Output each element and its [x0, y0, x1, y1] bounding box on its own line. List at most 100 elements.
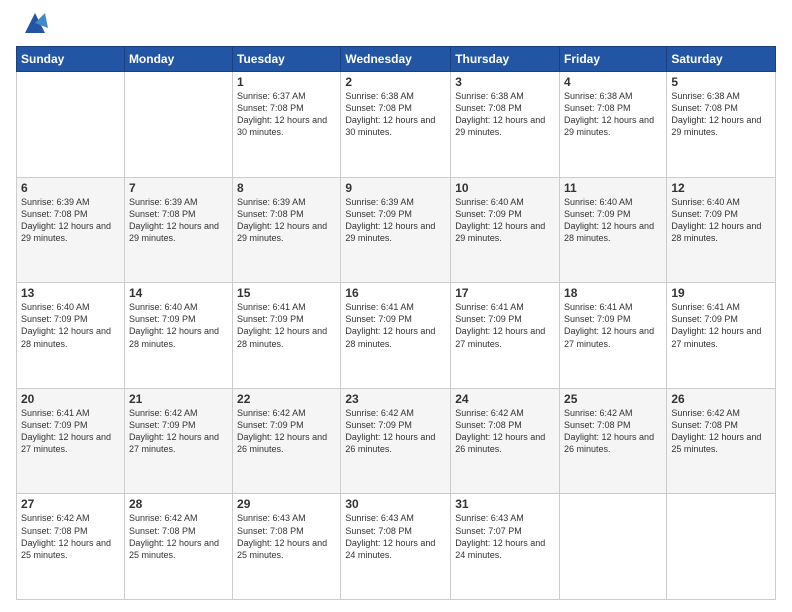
calendar-cell: 4Sunrise: 6:38 AM Sunset: 7:08 PM Daylig…	[560, 72, 667, 178]
calendar-cell: 20Sunrise: 6:41 AM Sunset: 7:09 PM Dayli…	[17, 388, 125, 494]
day-info: Sunrise: 6:38 AM Sunset: 7:08 PM Dayligh…	[564, 90, 662, 139]
logo-icon	[20, 8, 50, 38]
day-info: Sunrise: 6:40 AM Sunset: 7:09 PM Dayligh…	[21, 301, 120, 350]
calendar-cell: 31Sunrise: 6:43 AM Sunset: 7:07 PM Dayli…	[451, 494, 560, 600]
day-number: 11	[564, 181, 662, 195]
calendar-cell: 21Sunrise: 6:42 AM Sunset: 7:09 PM Dayli…	[124, 388, 232, 494]
day-info: Sunrise: 6:40 AM Sunset: 7:09 PM Dayligh…	[129, 301, 228, 350]
day-number: 21	[129, 392, 228, 406]
day-info: Sunrise: 6:39 AM Sunset: 7:08 PM Dayligh…	[237, 196, 336, 245]
day-info: Sunrise: 6:40 AM Sunset: 7:09 PM Dayligh…	[671, 196, 771, 245]
day-number: 5	[671, 75, 771, 89]
calendar-cell: 19Sunrise: 6:41 AM Sunset: 7:09 PM Dayli…	[667, 283, 776, 389]
calendar-cell: 26Sunrise: 6:42 AM Sunset: 7:08 PM Dayli…	[667, 388, 776, 494]
day-info: Sunrise: 6:39 AM Sunset: 7:08 PM Dayligh…	[129, 196, 228, 245]
day-info: Sunrise: 6:41 AM Sunset: 7:09 PM Dayligh…	[455, 301, 555, 350]
calendar-cell: 11Sunrise: 6:40 AM Sunset: 7:09 PM Dayli…	[560, 177, 667, 283]
day-number: 18	[564, 286, 662, 300]
day-number: 27	[21, 497, 120, 511]
day-number: 26	[671, 392, 771, 406]
day-number: 7	[129, 181, 228, 195]
day-number: 10	[455, 181, 555, 195]
calendar-cell: 27Sunrise: 6:42 AM Sunset: 7:08 PM Dayli…	[17, 494, 125, 600]
weekday-header-friday: Friday	[560, 47, 667, 72]
weekday-header-row: SundayMondayTuesdayWednesdayThursdayFrid…	[17, 47, 776, 72]
day-number: 19	[671, 286, 771, 300]
day-number: 15	[237, 286, 336, 300]
calendar-cell: 22Sunrise: 6:42 AM Sunset: 7:09 PM Dayli…	[233, 388, 341, 494]
day-number: 17	[455, 286, 555, 300]
day-number: 4	[564, 75, 662, 89]
day-info: Sunrise: 6:40 AM Sunset: 7:09 PM Dayligh…	[564, 196, 662, 245]
day-info: Sunrise: 6:42 AM Sunset: 7:08 PM Dayligh…	[564, 407, 662, 456]
calendar-cell	[560, 494, 667, 600]
day-number: 28	[129, 497, 228, 511]
calendar-cell: 8Sunrise: 6:39 AM Sunset: 7:08 PM Daylig…	[233, 177, 341, 283]
weekday-header-tuesday: Tuesday	[233, 47, 341, 72]
day-number: 16	[345, 286, 446, 300]
day-info: Sunrise: 6:43 AM Sunset: 7:07 PM Dayligh…	[455, 512, 555, 561]
day-info: Sunrise: 6:41 AM Sunset: 7:09 PM Dayligh…	[21, 407, 120, 456]
calendar-cell: 18Sunrise: 6:41 AM Sunset: 7:09 PM Dayli…	[560, 283, 667, 389]
weekday-header-saturday: Saturday	[667, 47, 776, 72]
day-info: Sunrise: 6:37 AM Sunset: 7:08 PM Dayligh…	[237, 90, 336, 139]
day-info: Sunrise: 6:38 AM Sunset: 7:08 PM Dayligh…	[671, 90, 771, 139]
calendar-cell: 10Sunrise: 6:40 AM Sunset: 7:09 PM Dayli…	[451, 177, 560, 283]
week-row-3: 13Sunrise: 6:40 AM Sunset: 7:09 PM Dayli…	[17, 283, 776, 389]
day-info: Sunrise: 6:38 AM Sunset: 7:08 PM Dayligh…	[345, 90, 446, 139]
day-number: 31	[455, 497, 555, 511]
day-number: 25	[564, 392, 662, 406]
calendar-cell: 6Sunrise: 6:39 AM Sunset: 7:08 PM Daylig…	[17, 177, 125, 283]
page: SundayMondayTuesdayWednesdayThursdayFrid…	[0, 0, 792, 612]
calendar-cell: 24Sunrise: 6:42 AM Sunset: 7:08 PM Dayli…	[451, 388, 560, 494]
day-info: Sunrise: 6:42 AM Sunset: 7:08 PM Dayligh…	[21, 512, 120, 561]
day-number: 30	[345, 497, 446, 511]
day-number: 1	[237, 75, 336, 89]
calendar-cell: 12Sunrise: 6:40 AM Sunset: 7:09 PM Dayli…	[667, 177, 776, 283]
calendar-cell: 29Sunrise: 6:43 AM Sunset: 7:08 PM Dayli…	[233, 494, 341, 600]
week-row-4: 20Sunrise: 6:41 AM Sunset: 7:09 PM Dayli…	[17, 388, 776, 494]
day-info: Sunrise: 6:41 AM Sunset: 7:09 PM Dayligh…	[564, 301, 662, 350]
weekday-header-thursday: Thursday	[451, 47, 560, 72]
day-info: Sunrise: 6:43 AM Sunset: 7:08 PM Dayligh…	[345, 512, 446, 561]
day-info: Sunrise: 6:40 AM Sunset: 7:09 PM Dayligh…	[455, 196, 555, 245]
day-number: 6	[21, 181, 120, 195]
calendar-cell: 2Sunrise: 6:38 AM Sunset: 7:08 PM Daylig…	[341, 72, 451, 178]
day-number: 24	[455, 392, 555, 406]
day-number: 23	[345, 392, 446, 406]
calendar-cell	[17, 72, 125, 178]
day-info: Sunrise: 6:42 AM Sunset: 7:08 PM Dayligh…	[455, 407, 555, 456]
calendar-cell: 15Sunrise: 6:41 AM Sunset: 7:09 PM Dayli…	[233, 283, 341, 389]
weekday-header-wednesday: Wednesday	[341, 47, 451, 72]
calendar-cell: 7Sunrise: 6:39 AM Sunset: 7:08 PM Daylig…	[124, 177, 232, 283]
calendar-cell: 17Sunrise: 6:41 AM Sunset: 7:09 PM Dayli…	[451, 283, 560, 389]
calendar-cell: 30Sunrise: 6:43 AM Sunset: 7:08 PM Dayli…	[341, 494, 451, 600]
day-number: 9	[345, 181, 446, 195]
day-info: Sunrise: 6:39 AM Sunset: 7:08 PM Dayligh…	[21, 196, 120, 245]
day-info: Sunrise: 6:38 AM Sunset: 7:08 PM Dayligh…	[455, 90, 555, 139]
day-info: Sunrise: 6:42 AM Sunset: 7:08 PM Dayligh…	[671, 407, 771, 456]
day-info: Sunrise: 6:42 AM Sunset: 7:08 PM Dayligh…	[129, 512, 228, 561]
day-info: Sunrise: 6:42 AM Sunset: 7:09 PM Dayligh…	[237, 407, 336, 456]
calendar-cell: 9Sunrise: 6:39 AM Sunset: 7:09 PM Daylig…	[341, 177, 451, 283]
calendar-cell: 28Sunrise: 6:42 AM Sunset: 7:08 PM Dayli…	[124, 494, 232, 600]
day-number: 22	[237, 392, 336, 406]
calendar-cell: 14Sunrise: 6:40 AM Sunset: 7:09 PM Dayli…	[124, 283, 232, 389]
day-number: 13	[21, 286, 120, 300]
week-row-2: 6Sunrise: 6:39 AM Sunset: 7:08 PM Daylig…	[17, 177, 776, 283]
calendar-cell	[667, 494, 776, 600]
day-number: 20	[21, 392, 120, 406]
calendar: SundayMondayTuesdayWednesdayThursdayFrid…	[16, 46, 776, 600]
logo	[16, 12, 50, 38]
day-info: Sunrise: 6:42 AM Sunset: 7:09 PM Dayligh…	[345, 407, 446, 456]
day-info: Sunrise: 6:42 AM Sunset: 7:09 PM Dayligh…	[129, 407, 228, 456]
calendar-cell: 23Sunrise: 6:42 AM Sunset: 7:09 PM Dayli…	[341, 388, 451, 494]
day-info: Sunrise: 6:41 AM Sunset: 7:09 PM Dayligh…	[237, 301, 336, 350]
day-number: 14	[129, 286, 228, 300]
weekday-header-monday: Monday	[124, 47, 232, 72]
day-info: Sunrise: 6:41 AM Sunset: 7:09 PM Dayligh…	[345, 301, 446, 350]
week-row-1: 1Sunrise: 6:37 AM Sunset: 7:08 PM Daylig…	[17, 72, 776, 178]
day-info: Sunrise: 6:41 AM Sunset: 7:09 PM Dayligh…	[671, 301, 771, 350]
week-row-5: 27Sunrise: 6:42 AM Sunset: 7:08 PM Dayli…	[17, 494, 776, 600]
calendar-cell: 16Sunrise: 6:41 AM Sunset: 7:09 PM Dayli…	[341, 283, 451, 389]
